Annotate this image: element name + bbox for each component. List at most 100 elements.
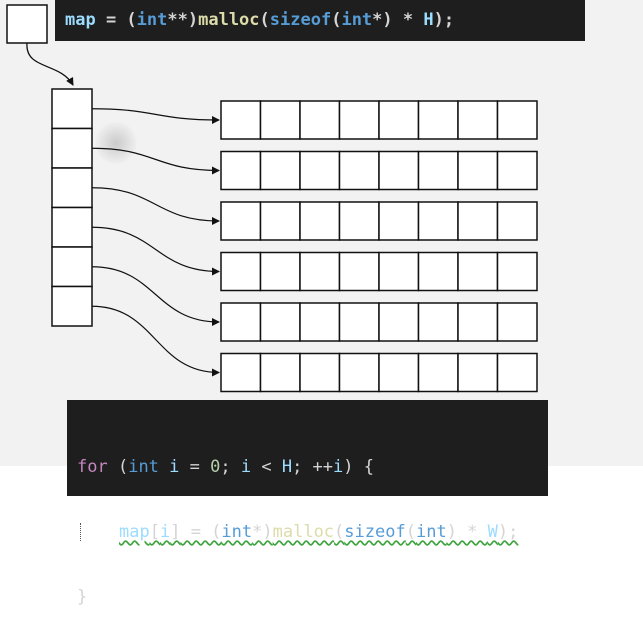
code-token: H bbox=[423, 10, 434, 30]
row-array-cell bbox=[378, 251, 420, 292]
code-token: < bbox=[251, 457, 282, 477]
row-array-cell bbox=[299, 302, 341, 342]
row-array-cell bbox=[220, 150, 262, 191]
code-token: for bbox=[77, 457, 108, 477]
row-array-cell bbox=[457, 352, 499, 393]
row-array-cell bbox=[338, 302, 380, 342]
code-token: ); bbox=[433, 10, 455, 30]
row-array-cell bbox=[299, 251, 341, 292]
code-line-close: } bbox=[77, 585, 548, 610]
row-array-cell bbox=[338, 150, 380, 191]
row-array-cell bbox=[457, 100, 499, 140]
code-token: malloc bbox=[272, 522, 335, 542]
row-array-cell bbox=[496, 100, 538, 140]
row-array-cell bbox=[457, 201, 499, 241]
code-token: = ( bbox=[95, 10, 137, 30]
pointer-array-cell bbox=[51, 246, 93, 288]
code-token: ( bbox=[331, 10, 342, 30]
row-array-cell bbox=[220, 100, 262, 140]
code-token: = ( bbox=[180, 522, 222, 542]
code-token: i bbox=[158, 457, 180, 477]
row-array-cell bbox=[378, 201, 420, 241]
code-token: *) * bbox=[372, 10, 424, 30]
code-token: sizeof bbox=[344, 522, 406, 542]
code-token: *) bbox=[252, 522, 273, 542]
code-line-malloc-row: map[i] = (int*)malloc(sizeof(int) * W); bbox=[77, 520, 548, 545]
row-array-cell bbox=[417, 251, 459, 292]
code-token: 0 bbox=[210, 457, 221, 477]
code-token: int bbox=[128, 457, 159, 477]
row-pointer-arrow bbox=[91, 226, 220, 276]
code-line-for: for (int i = 0; i < H; ++i) { bbox=[77, 455, 548, 480]
row-pointer-arrow bbox=[91, 108, 220, 124]
code-token: ; ++ bbox=[292, 457, 334, 477]
pointer-array-cell bbox=[51, 88, 93, 130]
code-token: map bbox=[65, 10, 96, 30]
pointer-array-cell bbox=[51, 167, 93, 209]
row-array-cell bbox=[299, 352, 341, 393]
pointer-box bbox=[6, 4, 48, 44]
row-array-cell bbox=[338, 100, 380, 140]
row-array-cell bbox=[259, 251, 301, 292]
row-array-cell bbox=[338, 201, 380, 241]
row-array-cell bbox=[259, 100, 301, 140]
code-token: ) { bbox=[343, 457, 374, 477]
row-array-cell bbox=[378, 352, 420, 393]
row-array-cell bbox=[457, 302, 499, 342]
warning-squiggle: map[i] = (int*)malloc(sizeof(int) * W); bbox=[119, 522, 518, 542]
row-array-cell bbox=[259, 150, 301, 191]
row-pointer-arrow bbox=[91, 305, 220, 377]
code-token: ) * bbox=[446, 522, 488, 542]
code-token: sizeof bbox=[269, 10, 332, 30]
code-token: ] bbox=[170, 522, 181, 542]
row-array-cell bbox=[259, 352, 301, 393]
row-array-cell bbox=[338, 352, 380, 393]
pointer-array-cell bbox=[51, 285, 93, 327]
code-token: H bbox=[281, 457, 293, 477]
row-array-cell bbox=[417, 302, 459, 342]
code-token: = bbox=[179, 457, 211, 477]
code-token: **) bbox=[167, 10, 199, 30]
code-token: ( bbox=[405, 522, 416, 542]
row-array-cell bbox=[259, 302, 301, 342]
row-array-cell bbox=[496, 251, 538, 292]
row-array-cell bbox=[299, 100, 341, 140]
code-token: i bbox=[240, 457, 252, 477]
row-pointer-arrow bbox=[91, 266, 220, 326]
row-array-cell bbox=[338, 251, 380, 292]
row-pointer-arrow bbox=[91, 187, 220, 225]
indent-guide bbox=[80, 523, 119, 541]
code-token: } bbox=[77, 587, 88, 607]
code-token: map bbox=[119, 522, 150, 542]
code-token: i bbox=[333, 457, 344, 477]
row-array-cell bbox=[378, 100, 420, 140]
code-token: ( bbox=[107, 457, 129, 477]
row-array-cell bbox=[417, 100, 459, 140]
row-array-cell bbox=[220, 251, 262, 292]
row-array-cell bbox=[496, 302, 538, 342]
row-array-cell bbox=[299, 201, 341, 241]
code-token: ); bbox=[497, 522, 519, 542]
pointer-array-cell bbox=[51, 206, 93, 248]
row-array-cell bbox=[378, 302, 420, 342]
code-token: [ bbox=[149, 522, 160, 542]
row-array-cell bbox=[496, 201, 538, 241]
row-array-cell bbox=[220, 201, 262, 241]
pointer-arrow bbox=[26, 42, 74, 86]
row-array-cell bbox=[220, 352, 262, 393]
row-array-cell bbox=[299, 150, 341, 191]
code-token: W bbox=[487, 522, 498, 542]
code-token: int bbox=[415, 522, 447, 542]
code-token: ( bbox=[259, 10, 270, 30]
row-array-cell bbox=[457, 150, 499, 191]
row-array-cell bbox=[417, 352, 459, 393]
code-row-alloc-loop: for (int i = 0; i < H; ++i) { map[i] = (… bbox=[67, 400, 548, 607]
row-array-cell bbox=[417, 201, 459, 241]
row-array-cell bbox=[496, 150, 538, 191]
row-array-cell bbox=[417, 150, 459, 191]
row-array-cell bbox=[220, 302, 262, 342]
code-token: int bbox=[221, 522, 253, 542]
row-array-cell bbox=[378, 150, 420, 191]
row-array-cell bbox=[259, 201, 301, 241]
code-token: i bbox=[159, 522, 171, 542]
